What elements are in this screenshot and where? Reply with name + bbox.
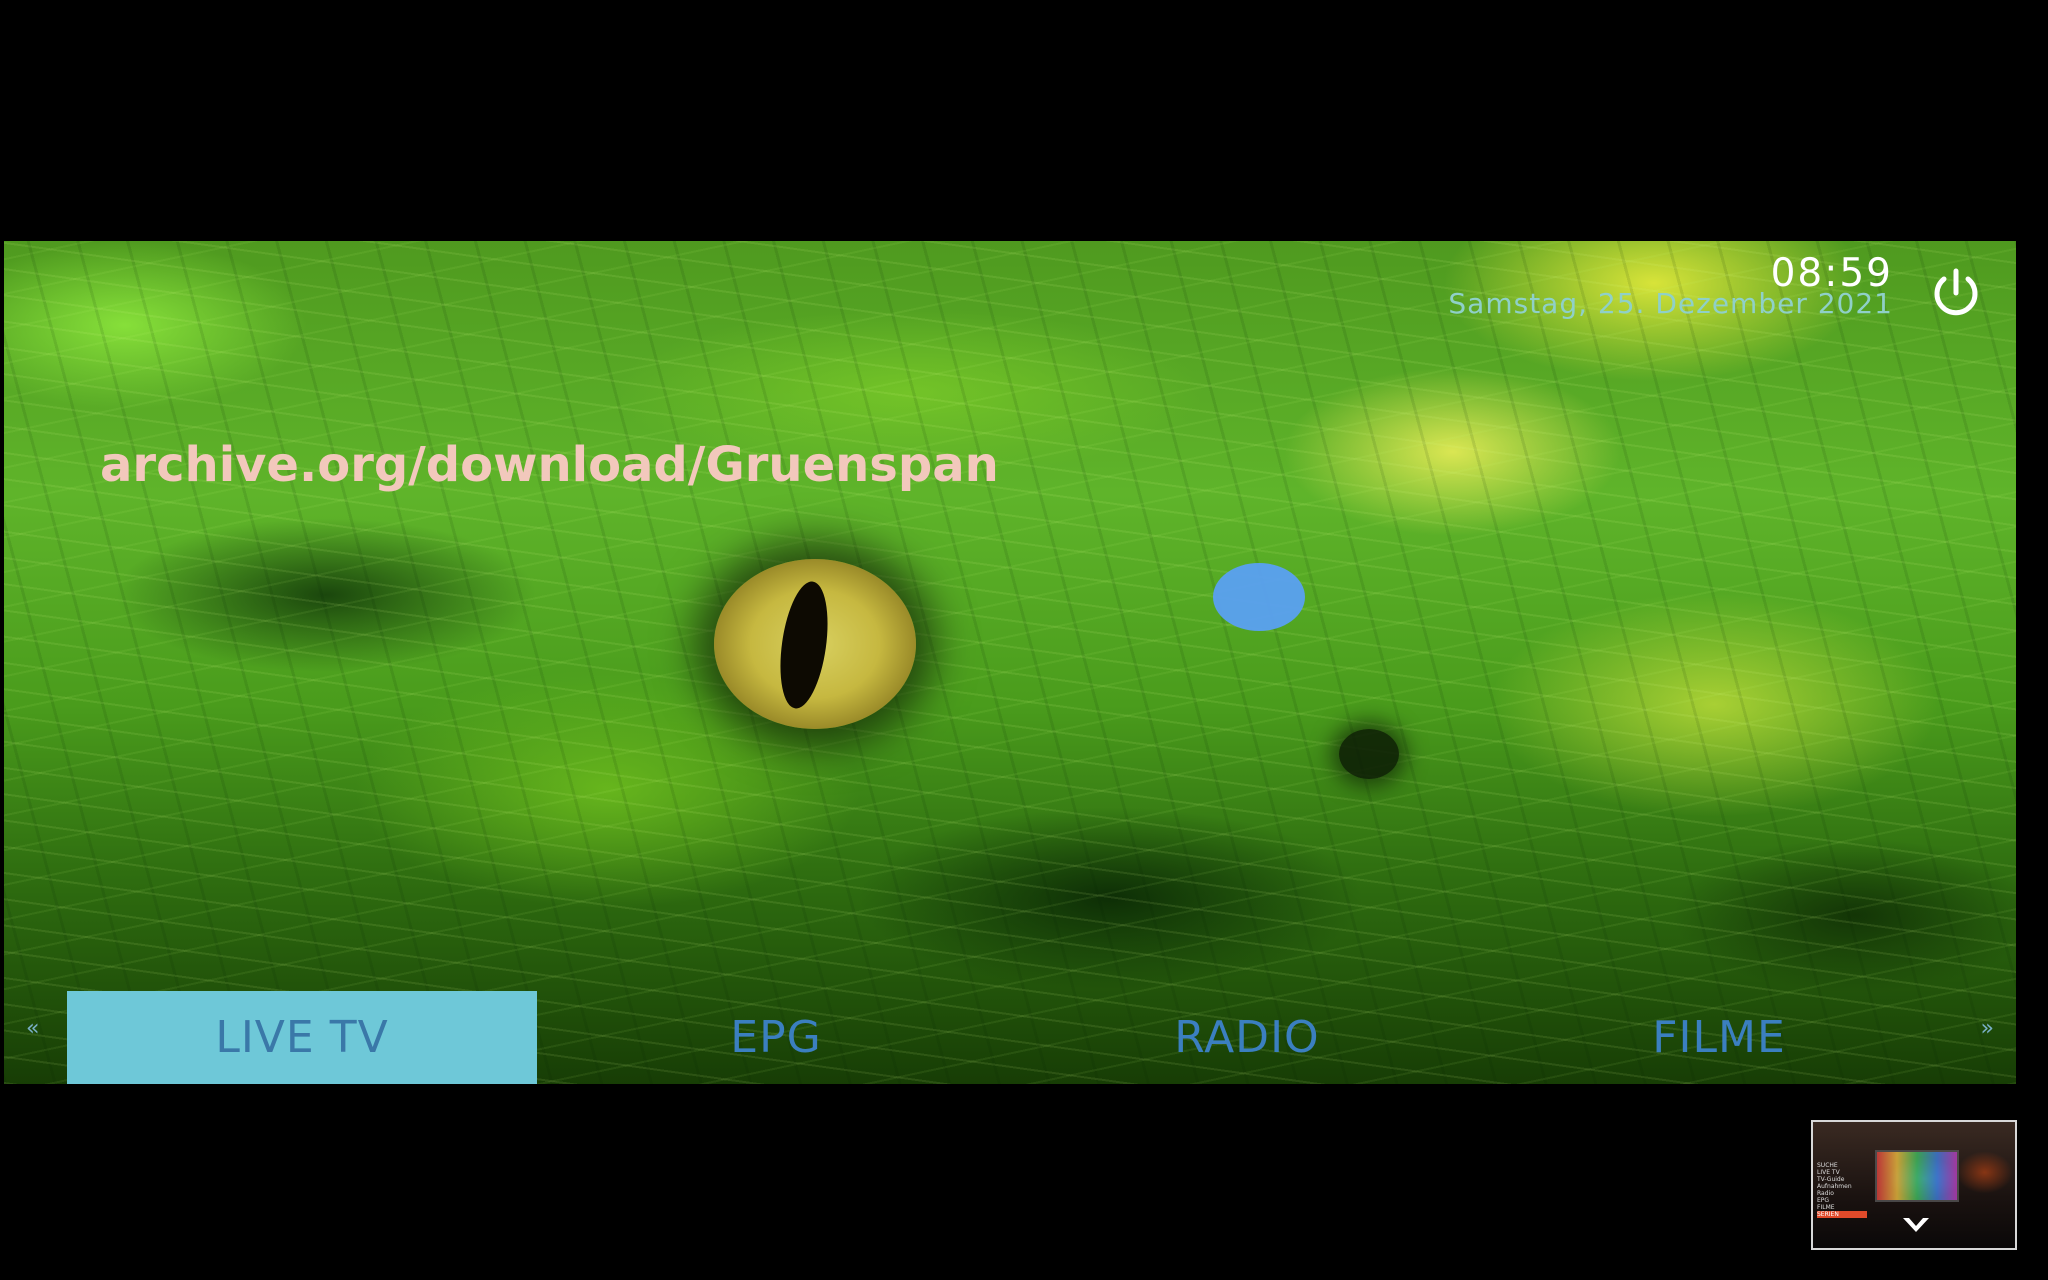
preview-menu-item: SUCHE	[1817, 1162, 1838, 1169]
menu-item-live-tv[interactable]: LIVE TV	[67, 991, 537, 1084]
preview-menu-list: SUCHE LIVE TV TV-Guide Aufnahmen Radio E…	[1817, 1162, 1867, 1218]
preview-menu-item: Aufnahmen	[1817, 1183, 1852, 1190]
preview-menu-item: FILME	[1817, 1204, 1835, 1211]
preview-tv-image	[1875, 1150, 1959, 1202]
menu-item-epg[interactable]: EPG	[541, 991, 1011, 1084]
menu-item-radio[interactable]: RADIO	[1012, 991, 1482, 1084]
preview-menu-item: LIVE TV	[1817, 1169, 1840, 1176]
main-menu-bar: LIVE TV EPG RADIO FILME	[4, 991, 2016, 1084]
eye-pupil	[773, 578, 835, 712]
preview-menu-item: EPG	[1817, 1197, 1830, 1204]
tv-screen: 08:59 Samstag, 25. Dezember 2021 archive…	[4, 241, 2016, 1084]
preview-logo-icon	[1903, 1218, 1929, 1232]
menu-item-filme[interactable]: FILME	[1484, 991, 1954, 1084]
url-overlay-text: archive.org/download/Gruenspan	[100, 437, 999, 493]
background-eye	[714, 559, 916, 729]
preview-menu-item-selected: SERIEN	[1817, 1211, 1867, 1218]
pointer-cursor	[1213, 563, 1305, 631]
preview-thumbnail[interactable]: SUCHE LIVE TV TV-Guide Aufnahmen Radio E…	[1811, 1120, 2017, 1250]
background-nostril	[1339, 729, 1399, 779]
preview-menu-item: Radio	[1817, 1190, 1834, 1197]
power-icon[interactable]	[1926, 263, 1986, 323]
preview-menu-item: TV-Guide	[1817, 1176, 1845, 1183]
clock-date: Samstag, 25. Dezember 2021	[1448, 287, 1893, 320]
